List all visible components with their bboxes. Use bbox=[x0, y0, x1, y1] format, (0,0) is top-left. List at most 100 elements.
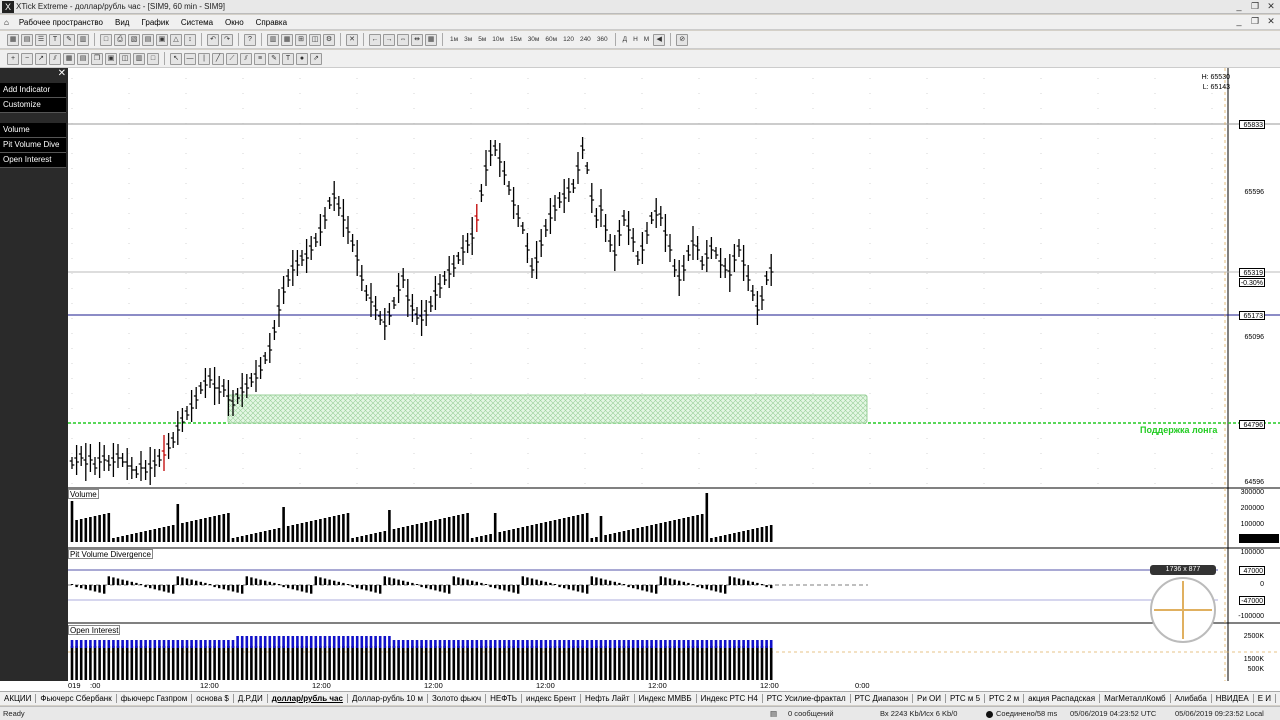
scroll-right-icon[interactable]: → bbox=[383, 33, 395, 46]
bars-icon[interactable]: ▦ bbox=[281, 33, 293, 46]
menu-chart[interactable]: График bbox=[135, 18, 174, 27]
tab-sber[interactable]: Фьючерс Сбербанк bbox=[36, 694, 117, 703]
timeframe-15m[interactable]: 15м bbox=[510, 36, 522, 43]
dom-icon[interactable]: ▤ bbox=[142, 33, 154, 46]
inner-minimize-button[interactable]: _ bbox=[1232, 16, 1246, 28]
text-icon[interactable]: T bbox=[282, 52, 294, 65]
tab-mmk[interactable]: МагМеталлКомб bbox=[1100, 694, 1171, 703]
timeframe-60m[interactable]: 60м bbox=[545, 36, 557, 43]
brush-icon[interactable]: ✎ bbox=[268, 52, 280, 65]
tab-rts-2m[interactable]: РТС 2 м bbox=[985, 694, 1025, 703]
menu-view[interactable]: Вид bbox=[109, 18, 135, 27]
redo-icon[interactable]: ↷ bbox=[221, 33, 233, 46]
layout-icon[interactable]: ▥ bbox=[133, 52, 145, 65]
tab-akcii[interactable]: АКЦИИ bbox=[0, 694, 37, 703]
panel-close-icon[interactable]: ✕ bbox=[58, 68, 66, 79]
fib-icon[interactable]: ≡ bbox=[254, 52, 266, 65]
chart2-icon[interactable]: ▤ bbox=[77, 52, 89, 65]
tab-alibaba[interactable]: Алибаба bbox=[1171, 694, 1212, 703]
pointer-icon[interactable]: ↖ bbox=[170, 52, 182, 65]
minimize-button[interactable]: _ bbox=[1232, 1, 1246, 13]
menu-help[interactable]: Справка bbox=[250, 18, 293, 27]
tab-light[interactable]: Нефть Лайт bbox=[581, 694, 635, 703]
tab-oil[interactable]: НЕФТЬ bbox=[486, 694, 522, 703]
timeframe-120[interactable]: 120 bbox=[563, 36, 574, 43]
menu-window[interactable]: Окно bbox=[219, 18, 250, 27]
grid2-icon[interactable]: ▦ bbox=[63, 52, 75, 65]
vline-icon[interactable]: | bbox=[198, 52, 210, 65]
tab-rts-m5[interactable]: РТС м 5 bbox=[946, 694, 986, 703]
chart-type-icon[interactable]: ▥ bbox=[267, 33, 279, 46]
maximize-button[interactable]: ❐ bbox=[1248, 1, 1262, 13]
window2-icon[interactable]: □ bbox=[147, 52, 159, 65]
tab-rts-h4[interactable]: Индекс РТС Н4 bbox=[697, 694, 763, 703]
tab-nvidia[interactable]: НВИДЕА bbox=[1212, 694, 1254, 703]
tab-raspadskaya[interactable]: акция Распадская bbox=[1024, 694, 1101, 703]
menu-workspace[interactable]: Рабочее пространство bbox=[13, 18, 109, 27]
window-icon[interactable]: □ bbox=[100, 33, 112, 46]
tab-usdrub-10m[interactable]: Доллар-рубль 10 м bbox=[348, 694, 428, 703]
tab-drdi[interactable]: Д.Р.ДИ bbox=[234, 694, 268, 703]
settings-icon[interactable]: ⚙ bbox=[323, 33, 335, 46]
print-icon[interactable]: ⎙ bbox=[114, 33, 126, 46]
period-week[interactable]: Н bbox=[633, 36, 638, 43]
add-indicator-button[interactable]: Add Indicator bbox=[0, 83, 66, 98]
list-icon[interactable]: ☰ bbox=[35, 33, 47, 46]
arrow-icon[interactable]: ⇗ bbox=[310, 52, 322, 65]
hline-icon[interactable]: — bbox=[184, 52, 196, 65]
tab-usdrub-hour[interactable]: доллар/рубль час bbox=[268, 694, 348, 703]
crosshair-widget[interactable]: 1736 x 877 bbox=[1148, 565, 1218, 645]
zoom-out-icon[interactable]: − bbox=[21, 52, 33, 65]
tab-rts-fractal[interactable]: РТС Усилие-фрактал bbox=[763, 694, 851, 703]
order-icon[interactable]: ▣ bbox=[156, 33, 168, 46]
chart-canvas[interactable] bbox=[68, 68, 1280, 682]
status-messages[interactable]: 0 сообщений bbox=[788, 709, 834, 718]
fit-icon[interactable]: ▦ bbox=[425, 33, 437, 46]
channel-icon[interactable]: ⫽ bbox=[49, 52, 61, 65]
grid-icon[interactable]: ▦ bbox=[7, 33, 19, 46]
columns-icon[interactable]: ▥ bbox=[77, 33, 89, 46]
trend-icon[interactable]: ↗ bbox=[35, 52, 47, 65]
marker-icon[interactable]: ● bbox=[296, 52, 308, 65]
link-icon[interactable]: ⊘ bbox=[676, 33, 689, 46]
tab-gazprom[interactable]: фьючерс Газпром bbox=[117, 694, 193, 703]
timeframe-3m[interactable]: 3м bbox=[464, 36, 472, 43]
back-icon[interactable]: ◀ bbox=[653, 33, 666, 46]
table-icon[interactable]: ▤ bbox=[21, 33, 33, 46]
indicator-volume-button[interactable]: Volume bbox=[0, 123, 66, 138]
timeframe-240[interactable]: 240 bbox=[580, 36, 591, 43]
indicator-icon[interactable]: ◫ bbox=[309, 33, 321, 46]
template-icon[interactable]: ◫ bbox=[119, 52, 131, 65]
undo-icon[interactable]: ↶ bbox=[207, 33, 219, 46]
pen-icon[interactable]: ✎ bbox=[63, 33, 75, 46]
chart-area[interactable] bbox=[68, 68, 1280, 682]
ray-icon[interactable]: ⟋ bbox=[226, 52, 238, 65]
zoom-icon[interactable]: ⊞ bbox=[295, 33, 307, 46]
timeframe-10m[interactable]: 10м bbox=[492, 36, 504, 43]
customize-button[interactable]: Customize bbox=[0, 98, 66, 113]
tab-brent[interactable]: индекс Брент bbox=[522, 694, 582, 703]
ticker-icon[interactable]: T bbox=[49, 33, 61, 46]
compress-icon[interactable]: ⇔ bbox=[397, 33, 409, 46]
scroll-left-icon[interactable]: ← bbox=[369, 33, 381, 46]
line-icon[interactable]: ╱ bbox=[212, 52, 224, 65]
inner-close-button[interactable]: ✕ bbox=[1264, 16, 1278, 28]
save-icon[interactable]: ▣ bbox=[105, 52, 117, 65]
cross-icon[interactable]: ✕ bbox=[346, 33, 358, 46]
timeframe-1m[interactable]: 1м bbox=[450, 36, 458, 43]
timeframe-5m[interactable]: 5м bbox=[478, 36, 486, 43]
tab-gold[interactable]: Золото фьюч bbox=[428, 694, 487, 703]
period-month[interactable]: М bbox=[644, 36, 649, 43]
tab-ri-oi[interactable]: Ри ОИ bbox=[913, 694, 946, 703]
alert-icon[interactable]: △ bbox=[170, 33, 182, 46]
tab-rts-range[interactable]: РТС Диапазон bbox=[851, 694, 913, 703]
tab-mmvb[interactable]: Индекс ММВБ bbox=[635, 694, 697, 703]
indicator-pvd-button[interactable]: Pit Volume Dive bbox=[0, 138, 66, 153]
timeframe-30m[interactable]: 30м bbox=[528, 36, 540, 43]
close-button[interactable]: ✕ bbox=[1264, 1, 1278, 13]
copy-icon[interactable]: ❐ bbox=[91, 52, 103, 65]
menu-system[interactable]: Система bbox=[175, 18, 219, 27]
pitchfork-icon[interactable]: ⫽ bbox=[240, 52, 252, 65]
menu-icon[interactable]: ⌂ bbox=[0, 18, 13, 27]
sort-icon[interactable]: ↕ bbox=[184, 33, 196, 46]
